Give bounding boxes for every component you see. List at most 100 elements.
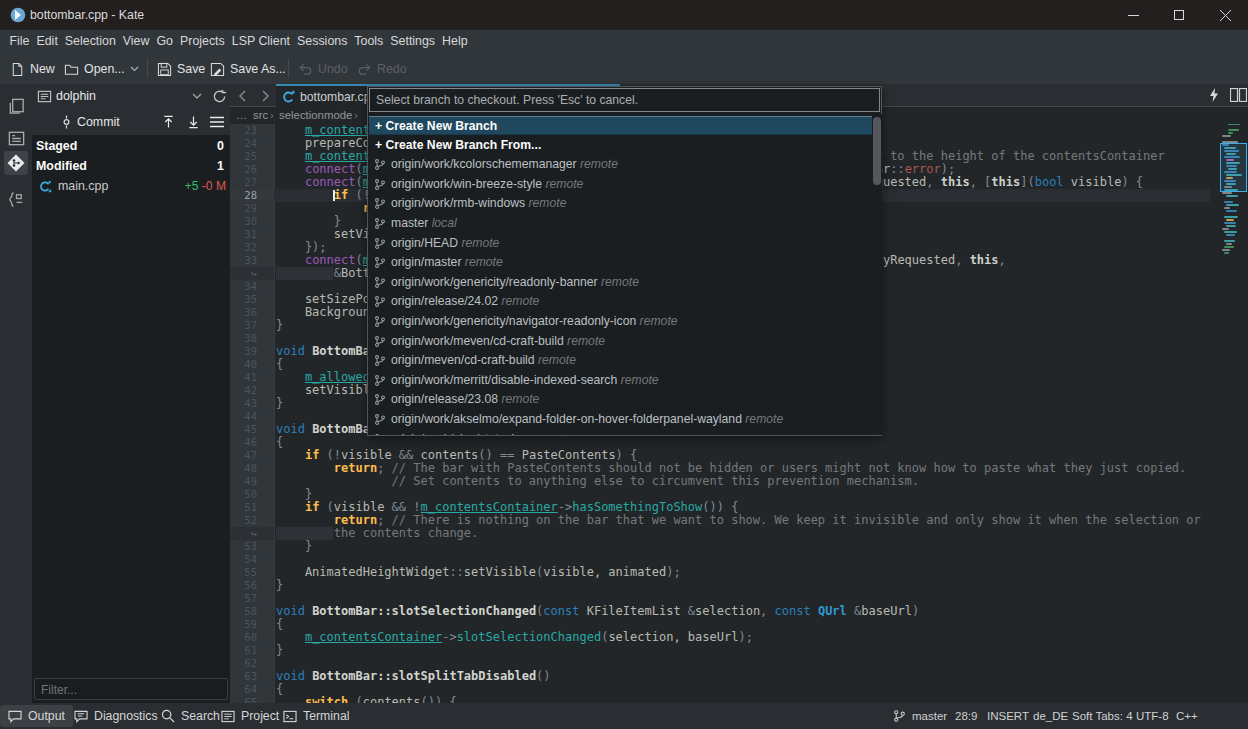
redo-button[interactable]: Redo (357, 57, 407, 81)
nav-forward-button[interactable] (257, 88, 273, 104)
changed-file-row[interactable]: main.cpp +5 -0 M (32, 176, 230, 196)
maximize-button[interactable] (1156, 0, 1202, 30)
commit-button[interactable]: Commit (77, 115, 120, 129)
branch-icon (374, 295, 386, 308)
filesystem-tool-button[interactable] (4, 126, 28, 150)
code-line: } (276, 644, 283, 657)
git-tool-button[interactable] (4, 151, 28, 175)
branch-scope-tag: remote (564, 334, 605, 348)
split-view-icon[interactable] (1230, 88, 1247, 102)
line-number: 46 (230, 436, 274, 449)
branch-scope-tag: remote (498, 294, 539, 308)
terminal-view-button[interactable]: Terminal (275, 703, 357, 729)
line-number: 40 (230, 358, 274, 371)
line-number: 44 (230, 410, 274, 423)
branch-item[interactable]: origin/work/akselmo/expand-folder-on-hov… (369, 410, 872, 429)
minimap-viewport[interactable] (1220, 143, 1247, 192)
git-project-row[interactable]: dolphin (32, 84, 230, 109)
save-button[interactable]: Save (157, 57, 205, 81)
branch-item[interactable]: origin/work/merritt/disable-indexed-sear… (369, 371, 872, 390)
indent-status[interactable]: Soft Tabs: 4 (1072, 703, 1133, 729)
branch-scope-tag: remote (498, 392, 539, 406)
dictionary-status[interactable]: de_DE (1033, 703, 1068, 729)
git-menu-icon (210, 116, 224, 128)
new-button[interactable]: New (10, 57, 55, 81)
branch-item[interactable]: origin/work/genericity/navigator-readonl… (369, 312, 872, 331)
cursor-position-status[interactable]: 28:9 (955, 703, 977, 729)
modified-count: 1 (217, 159, 224, 173)
branch-item[interactable]: origin/work/kcolorschememanager remote (369, 155, 872, 174)
nav-back-button[interactable] (235, 88, 251, 104)
undo-button[interactable]: Undo (298, 57, 348, 81)
line-number: 27 (230, 176, 274, 189)
menu-sessions[interactable]: Sessions (294, 30, 351, 53)
diagnostics-view-button[interactable]: Diagnostics (66, 703, 166, 729)
menu-view[interactable]: View (119, 30, 153, 53)
code-line: switch (contents()) { (276, 696, 457, 703)
breadcrumb-ellipsis[interactable]: … (236, 109, 247, 121)
branch-item[interactable]: + Create New Branch (369, 116, 872, 135)
line-number: 36 (230, 306, 274, 319)
branch-item[interactable]: origin/work/meven/cd-craft-build remote (369, 332, 872, 351)
branch-item[interactable]: master local (369, 214, 872, 233)
close-button[interactable] (1202, 0, 1248, 30)
branch-list-scrollbar[interactable] (872, 114, 882, 435)
wrap-marker: ↪ (230, 267, 274, 280)
minimize-button[interactable] (1110, 0, 1156, 30)
output-view-button[interactable]: Output (0, 705, 73, 727)
menu-file[interactable]: File (6, 30, 33, 53)
modified-row[interactable]: Modified 1 (32, 156, 230, 176)
symbols-tool-button[interactable] (4, 187, 28, 211)
minimap-line (1222, 192, 1232, 194)
open-button[interactable]: Open... (64, 57, 139, 81)
minimap-line (1224, 222, 1236, 224)
minimap-line (1222, 228, 1229, 230)
branch-item[interactable]: origin/meven/cd-craft-build remote (369, 351, 872, 370)
breadcrumb-selectionmode[interactable]: selectionmode (279, 109, 352, 121)
branch-item[interactable]: origin/work/alex/statusbar remote (369, 430, 872, 435)
code-line: } (276, 397, 283, 410)
menu-selection[interactable]: Selection (61, 30, 119, 53)
menu-go[interactable]: Go (153, 30, 177, 53)
line-number: 38 (230, 332, 274, 345)
save-as-icon (210, 62, 225, 77)
git-filter-input[interactable]: Filter... (34, 678, 228, 700)
staged-row[interactable]: Staged 0 (32, 136, 230, 156)
encoding-status[interactable]: UTF-8 (1136, 703, 1169, 729)
minimap-line (1224, 201, 1233, 203)
branch-item[interactable]: origin/release/23.08 remote (369, 390, 872, 409)
project-view-icon (221, 710, 235, 723)
line-number: 60 (230, 631, 274, 644)
branch-status[interactable]: master (893, 703, 947, 729)
branch-item[interactable]: origin/work/genericity/readonly-banner r… (369, 273, 872, 292)
branch-item[interactable]: + Create New Branch From... (369, 136, 872, 155)
branch-item[interactable]: origin/HEAD remote (369, 234, 872, 253)
code-line: m_contentsContainer->slotSelectionChange… (276, 631, 753, 644)
syntax-status[interactable]: C++ (1176, 703, 1198, 729)
lsp-actions-icon[interactable] (1208, 87, 1220, 103)
menu-settings[interactable]: Settings (387, 30, 439, 53)
minimap[interactable] (1210, 124, 1248, 703)
menu-tools[interactable]: Tools (351, 30, 387, 53)
branch-search-input[interactable]: Select branch to checkout. Press 'Esc' t… (369, 88, 880, 112)
line-number: 57 (230, 592, 274, 605)
branch-item[interactable]: origin/release/24.02 remote (369, 292, 872, 311)
line-number: 26 (230, 163, 274, 176)
branch-list-scroll-thumb[interactable] (873, 117, 881, 185)
save-as-button[interactable]: Save As... (210, 57, 286, 81)
breadcrumb-src[interactable]: src (253, 109, 268, 121)
menu-lsp-client[interactable]: LSP Client (228, 30, 293, 53)
branch-item[interactable]: origin/work/rmb-windows remote (369, 194, 872, 213)
menu-projects[interactable]: Projects (176, 30, 228, 53)
line-number: 25 (230, 150, 274, 163)
branch-label: origin/HEAD remote (391, 236, 499, 250)
menu-help[interactable]: Help (439, 30, 471, 53)
input-mode-status[interactable]: INSERT (987, 703, 1029, 729)
branch-icon (374, 354, 386, 367)
menu-edit[interactable]: Edit (33, 30, 61, 53)
branch-item[interactable]: origin/master remote (369, 253, 872, 272)
branch-item[interactable]: origin/work/win-breeze-style remote (369, 175, 872, 194)
minimap-line (1226, 234, 1235, 236)
documents-tool-button[interactable] (4, 94, 28, 118)
minimap-line (1228, 132, 1233, 134)
